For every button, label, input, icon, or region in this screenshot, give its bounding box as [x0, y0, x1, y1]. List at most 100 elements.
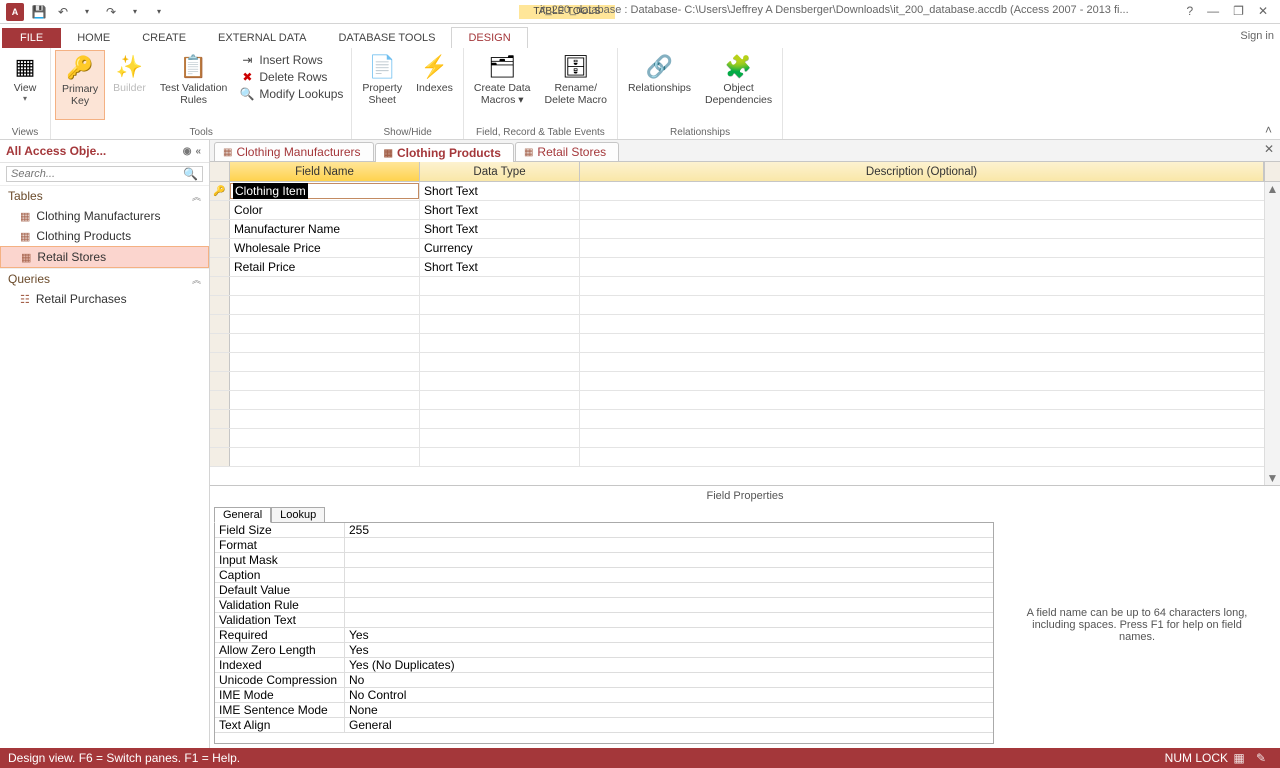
property-value[interactable]: No [345, 673, 993, 687]
grid-row[interactable] [210, 296, 1280, 315]
row-selector[interactable] [210, 429, 230, 447]
primary-key-button[interactable]: 🔑 Primary Key [55, 50, 105, 120]
cell-description[interactable] [580, 334, 1280, 352]
property-row[interactable]: Validation Text [215, 613, 993, 628]
search-icon[interactable]: 🔍 [179, 167, 202, 181]
property-value[interactable] [345, 598, 993, 612]
cell-data-type[interactable] [420, 296, 580, 314]
cell-data-type[interactable]: Short Text [420, 182, 580, 200]
collapse-ribbon-button[interactable]: ˄ [1257, 121, 1280, 139]
property-row[interactable]: RequiredYes [215, 628, 993, 643]
test-validation-button[interactable]: 📋 Test Validation Rules [154, 50, 234, 120]
builder-button[interactable]: ✨ Builder [107, 50, 152, 120]
grid-row[interactable]: Retail PriceShort Text [210, 258, 1280, 277]
cell-field-name[interactable] [230, 277, 420, 295]
cell-description[interactable] [580, 182, 1280, 200]
minimize-button[interactable]: — [1207, 4, 1219, 18]
tab-design[interactable]: DESIGN [451, 27, 527, 48]
cell-field-name[interactable] [230, 353, 420, 371]
col-description[interactable]: Description (Optional) [580, 162, 1264, 181]
doctab-retail-stores[interactable]: ▦Retail Stores [515, 142, 619, 161]
row-selector[interactable] [210, 334, 230, 352]
grid-row[interactable] [210, 353, 1280, 372]
cell-description[interactable] [580, 353, 1280, 371]
cell-data-type[interactable] [420, 334, 580, 352]
cell-field-name[interactable]: Wholesale Price [230, 239, 420, 257]
property-row[interactable]: Field Size255 [215, 523, 993, 538]
cell-description[interactable] [580, 277, 1280, 295]
insert-rows-button[interactable]: ⇥Insert Rows [235, 52, 347, 68]
cell-field-name[interactable] [230, 296, 420, 314]
nav-collapse-icon[interactable]: « [193, 146, 203, 157]
rename-delete-macro-button[interactable]: 🗄 Rename/ Delete Macro [539, 50, 613, 120]
property-value[interactable] [345, 613, 993, 627]
property-value[interactable] [345, 583, 993, 597]
cell-data-type[interactable]: Currency [420, 239, 580, 257]
close-button[interactable]: ✕ [1258, 4, 1268, 18]
grid-row[interactable]: 🔑Clothing ItemShort Text [210, 182, 1280, 201]
nav-item-clothing-manufacturers[interactable]: ▦Clothing Manufacturers [0, 206, 209, 226]
undo-menu[interactable]: ▾ [76, 2, 98, 22]
row-selector[interactable] [210, 296, 230, 314]
cell-field-name[interactable] [230, 391, 420, 409]
nav-header[interactable]: All Access Obje... ◉ « [0, 140, 209, 163]
cell-field-name[interactable]: Retail Price [230, 258, 420, 276]
property-row[interactable]: Format [215, 538, 993, 553]
property-value[interactable]: None [345, 703, 993, 717]
grid-row[interactable] [210, 410, 1280, 429]
row-selector[interactable] [210, 277, 230, 295]
cell-field-name[interactable]: Color [230, 201, 420, 219]
row-selector[interactable] [210, 448, 230, 466]
relationships-button[interactable]: 🔗 Relationships [622, 50, 697, 120]
row-selector[interactable] [210, 410, 230, 428]
delete-rows-button[interactable]: ✖Delete Rows [235, 69, 347, 85]
cell-data-type[interactable]: Short Text [420, 201, 580, 219]
cell-description[interactable] [580, 296, 1280, 314]
grid-row[interactable] [210, 429, 1280, 448]
nav-section-tables[interactable]: Tables︽ [0, 185, 209, 206]
property-value[interactable]: Yes [345, 628, 993, 642]
doctab-clothing-manufacturers[interactable]: ▦Clothing Manufacturers [214, 142, 374, 161]
property-value[interactable]: No Control [345, 688, 993, 702]
cell-field-name[interactable] [230, 410, 420, 428]
cell-field-name[interactable] [230, 372, 420, 390]
grid-row[interactable] [210, 277, 1280, 296]
grid-row[interactable] [210, 315, 1280, 334]
modify-lookups-button[interactable]: 🔍Modify Lookups [235, 86, 347, 102]
create-data-macros-button[interactable]: 🗂 Create Data Macros ▾ [468, 50, 537, 120]
doctab-clothing-products[interactable]: ▦Clothing Products [375, 143, 514, 162]
property-value[interactable]: Yes [345, 643, 993, 657]
cell-description[interactable] [580, 372, 1280, 390]
cell-data-type[interactable] [420, 315, 580, 333]
row-selector[interactable] [210, 372, 230, 390]
cell-description[interactable] [580, 201, 1280, 219]
cell-field-name[interactable] [230, 315, 420, 333]
cell-data-type[interactable] [420, 429, 580, 447]
grid-row[interactable]: Manufacturer NameShort Text [210, 220, 1280, 239]
object-dependencies-button[interactable]: 🧩 Object Dependencies [699, 50, 778, 120]
cell-field-name[interactable]: Manufacturer Name [230, 220, 420, 238]
grid-row[interactable] [210, 448, 1280, 467]
cell-data-type[interactable] [420, 353, 580, 371]
property-value[interactable]: 255 [345, 523, 993, 537]
property-sheet-button[interactable]: 📄 Property Sheet [356, 50, 408, 120]
property-row[interactable]: Text AlignGeneral [215, 718, 993, 733]
app-icon[interactable]: A [4, 2, 26, 22]
indexes-button[interactable]: ⚡ Indexes [410, 50, 459, 120]
help-button[interactable]: ? [1186, 4, 1193, 18]
grid-row[interactable] [210, 391, 1280, 410]
cell-field-name[interactable] [230, 448, 420, 466]
redo-button[interactable]: ↷ [100, 2, 122, 22]
tab-home[interactable]: HOME [61, 28, 126, 48]
cell-data-type[interactable] [420, 372, 580, 390]
property-row[interactable]: Validation Rule [215, 598, 993, 613]
nav-search-input[interactable] [7, 167, 179, 181]
field-properties-grid[interactable]: Field Size255FormatInput MaskCaptionDefa… [214, 522, 994, 744]
tab-create[interactable]: CREATE [126, 28, 202, 48]
cell-data-type[interactable]: Short Text [420, 220, 580, 238]
row-selector-header[interactable] [210, 162, 230, 181]
nav-filter-icon[interactable]: ◉ [181, 146, 194, 157]
close-tab-button[interactable]: ✕ [1264, 142, 1274, 156]
cell-description[interactable] [580, 448, 1280, 466]
property-value[interactable]: General [345, 718, 993, 732]
